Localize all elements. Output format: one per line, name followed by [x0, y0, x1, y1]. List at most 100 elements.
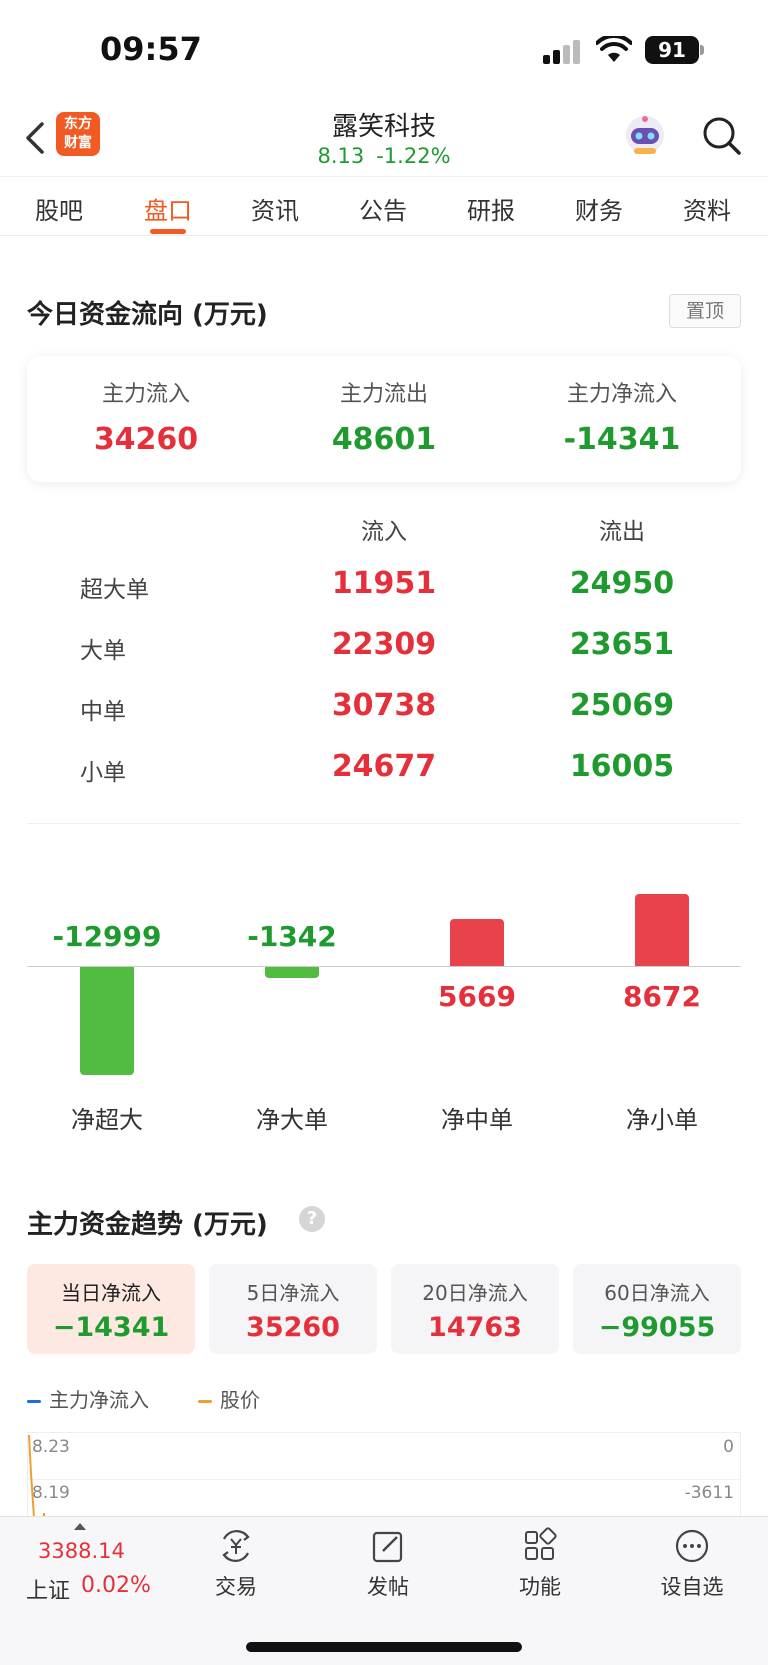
row-inflow: 11951 — [331, 566, 437, 601]
row-label: 小单 — [80, 760, 126, 786]
table-row: 小单 24677 16005 — [27, 741, 741, 797]
index-expand-icon[interactable] — [74, 1523, 86, 1530]
main-inflow-label: 主力流入 — [101, 382, 190, 407]
header-inflow: 流入 — [361, 519, 407, 545]
status-time: 09:57 — [100, 30, 202, 68]
compose-icon — [372, 1531, 403, 1563]
main-outflow-label: 主力流出 — [339, 382, 428, 407]
trend-card-label: 20日净流入 — [422, 1281, 528, 1305]
bar-value-label: 8672 — [623, 980, 701, 1013]
legend-label: 主力净流入 — [49, 1388, 149, 1412]
nav-label: 功能 — [519, 1575, 561, 1599]
robot-assistant-icon[interactable] — [622, 112, 668, 158]
active-tab-indicator — [150, 229, 186, 234]
tab-finance[interactable]: 财务 — [559, 191, 639, 226]
tab-news[interactable]: 资讯 — [235, 191, 315, 226]
trend-card-label: 60日净流入 — [604, 1281, 710, 1305]
row-inflow: 30738 — [331, 688, 437, 723]
help-icon[interactable]: ? — [299, 1206, 325, 1232]
trend-card-label: 5日净流入 — [246, 1281, 340, 1305]
tab-guba[interactable]: 股吧 — [19, 191, 99, 226]
trend-card-60d[interactable]: 60日净流入 −99055 — [573, 1264, 741, 1354]
tab-bar: 股吧 盘口 资讯 公告 研报 财务 资料 — [0, 176, 768, 236]
status-bar: 09:57 91 — [0, 0, 768, 100]
row-outflow: 16005 — [569, 749, 675, 784]
main-outflow: 主力流出 48601 — [265, 376, 503, 457]
row-outflow: 25069 — [569, 688, 675, 723]
stock-change-pct: -1.22% — [376, 144, 451, 168]
bar-value-label: -12999 — [52, 920, 162, 953]
capital-flow-summary: 主力流入 34260 主力流出 48601 主力净流入 -14341 — [27, 356, 741, 482]
index-change[interactable]: 0.02% — [81, 1573, 151, 1598]
main-outflow-value: 48601 — [331, 422, 437, 457]
legend-swatch-orange — [198, 1400, 212, 1403]
trend-card-value: −99055 — [598, 1312, 716, 1343]
main-inflow: 主力流入 34260 — [27, 376, 265, 457]
header-outflow: 流出 — [599, 519, 645, 545]
index-value[interactable]: 3388.14 — [38, 1539, 125, 1563]
search-icon[interactable] — [700, 114, 744, 158]
grid-functions-icon — [525, 1527, 557, 1560]
tab-research[interactable]: 研报 — [451, 191, 531, 226]
table-row: 超大单 11951 24950 — [27, 558, 741, 614]
legend-label: 股价 — [220, 1388, 260, 1412]
nav-add-watchlist[interactable]: 设自选 — [632, 1527, 752, 1601]
bar-4 — [635, 893, 689, 966]
row-outflow: 24950 — [569, 566, 675, 601]
trend-chart: 8.23 8.19 0 -3611 — [27, 1432, 741, 1523]
row-label: 大单 — [80, 638, 126, 664]
row-outflow: 23651 — [569, 627, 675, 662]
index-name[interactable]: 上证 — [26, 1573, 70, 1605]
home-indicator[interactable] — [246, 1642, 522, 1652]
trend-card-5d[interactable]: 5日净流入 35260 — [209, 1264, 377, 1354]
battery-icon: 91 — [645, 36, 699, 64]
trend-card-today[interactable]: 当日净流入 −14341 — [27, 1264, 195, 1354]
nav-functions[interactable]: 功能 — [480, 1527, 600, 1601]
bar-2 — [265, 967, 319, 979]
tab-profile[interactable]: 资料 — [667, 191, 747, 226]
nav-label: 设自选 — [660, 1575, 724, 1599]
capital-flow-title: 今日资金流向 (万元) — [27, 300, 268, 330]
stock-price: 8.13 — [317, 144, 365, 168]
trend-card-value: 14763 — [428, 1312, 522, 1343]
battery-nub — [700, 45, 704, 55]
trade-yen-icon — [222, 1530, 250, 1562]
net-flow-bar-chart: -12999 净超大 -1342 净大单 5669 净中单 8672 净小单 — [0, 860, 768, 1140]
table-row: 大单 22309 23651 — [27, 619, 741, 675]
main-net-inflow: 主力净流入 -14341 — [503, 376, 741, 457]
pin-to-top-button[interactable]: 置顶 — [669, 294, 741, 328]
bar-value-label: 5669 — [438, 980, 516, 1013]
nav-label: 发帖 — [367, 1575, 409, 1599]
grid-line — [28, 1479, 740, 1480]
nav-trade[interactable]: 交易 — [176, 1527, 296, 1601]
price-line — [28, 1434, 45, 1523]
stock-header: 东方 财富 露笑科技 8.13 -1.22% — [0, 100, 768, 176]
nav-label: 交易 — [215, 1575, 257, 1599]
tab-pankou[interactable]: 盘口 — [128, 191, 208, 226]
tab-announcements[interactable]: 公告 — [343, 191, 423, 226]
chart-baseline — [27, 966, 741, 967]
table-row: 中单 30738 25069 — [27, 680, 741, 736]
bar-category-label: 净超大 — [71, 1106, 143, 1134]
wifi-icon — [596, 36, 632, 62]
legend-main-net-inflow: 主力净流入 — [27, 1384, 149, 1413]
main-inflow-value: 34260 — [93, 422, 199, 457]
bar-category-label: 净大单 — [256, 1106, 328, 1134]
bar-3 — [450, 918, 504, 966]
bar-category-label: 净小单 — [626, 1106, 698, 1134]
trend-card-value: −14341 — [52, 1312, 170, 1343]
bar-value-label: -1342 — [247, 920, 337, 953]
nav-post[interactable]: 发帖 — [328, 1527, 448, 1601]
bar-category-label: 净中单 — [441, 1106, 513, 1134]
row-label: 中单 — [80, 699, 126, 725]
bar-1 — [80, 967, 134, 1075]
trend-card-20d[interactable]: 20日净流入 14763 — [391, 1264, 559, 1354]
y-right-tick: -3611 — [684, 1483, 734, 1503]
section-divider — [27, 823, 741, 824]
trend-title: 主力资金趋势 (万元) — [27, 1210, 268, 1240]
row-inflow: 22309 — [331, 627, 437, 662]
row-inflow: 24677 — [331, 749, 437, 784]
trend-card-label: 当日净流入 — [61, 1281, 161, 1305]
row-label: 超大单 — [80, 577, 149, 603]
main-net-inflow-value: -14341 — [563, 422, 681, 457]
